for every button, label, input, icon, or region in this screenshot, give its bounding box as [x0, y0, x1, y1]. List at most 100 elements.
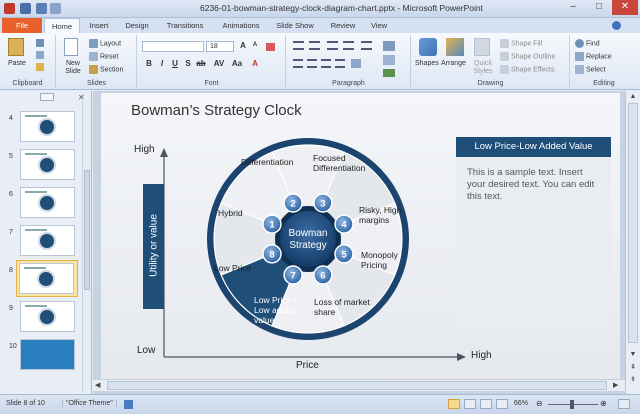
y-axis-high-label: High: [134, 144, 155, 155]
minimize-icon[interactable]: –: [560, 0, 586, 15]
decrease-indent-icon[interactable]: [327, 41, 338, 50]
horizontal-scrollbar[interactable]: ◀ ▶: [93, 379, 625, 391]
new-slide-icon[interactable]: [64, 38, 78, 56]
slide-thumbnail[interactable]: [20, 339, 75, 370]
slide-thumbnail[interactable]: [20, 301, 75, 332]
find-button[interactable]: Find: [575, 39, 600, 48]
next-slide-icon[interactable]: ⇟: [628, 375, 638, 383]
fit-to-window-icon[interactable]: [618, 399, 630, 409]
align-left-icon[interactable]: [293, 59, 303, 68]
cut-icon[interactable]: [36, 39, 44, 47]
zoom-slider-handle[interactable]: [570, 400, 574, 409]
underline-icon[interactable]: U: [170, 59, 180, 68]
select-button[interactable]: Select: [575, 65, 605, 74]
tab-transitions[interactable]: Transitions: [160, 18, 210, 33]
scrollbar-thumb[interactable]: [84, 170, 90, 290]
bullets-icon[interactable]: [293, 41, 304, 50]
text-direction-icon[interactable]: [383, 41, 395, 51]
bold-icon[interactable]: B: [144, 59, 154, 68]
save-icon[interactable]: [20, 3, 31, 14]
close-icon[interactable]: ✕: [612, 0, 638, 15]
layout-button[interactable]: Layout: [89, 39, 121, 48]
undo-icon[interactable]: [36, 3, 47, 14]
shadow-icon[interactable]: S: [183, 59, 193, 68]
tab-view[interactable]: View: [366, 18, 392, 33]
slide-thumbnail[interactable]: [20, 149, 75, 180]
slide-sorter-icon[interactable]: [464, 399, 476, 409]
slideshow-view-icon[interactable]: [496, 399, 508, 409]
slides-tab-icon[interactable]: [40, 93, 54, 101]
scroll-left-icon[interactable]: ◀: [95, 381, 100, 389]
font-name-box[interactable]: [142, 41, 204, 52]
align-center-icon[interactable]: [307, 59, 317, 68]
spacing-icon[interactable]: AV: [212, 59, 226, 68]
shape-effects-button[interactable]: Shape Effects: [500, 65, 554, 74]
normal-view-icon[interactable]: [448, 399, 460, 409]
copy-icon[interactable]: [36, 51, 44, 59]
font-size-box[interactable]: 18: [206, 41, 234, 52]
slide-thumbnail[interactable]: [20, 225, 75, 256]
tab-animations[interactable]: Animations: [216, 18, 266, 33]
thumbnail-scrollbar[interactable]: [82, 100, 90, 392]
tab-file[interactable]: File: [2, 18, 42, 33]
help-icon[interactable]: [612, 21, 621, 30]
change-case-icon[interactable]: Aa: [230, 59, 244, 68]
strikethrough-icon[interactable]: ab: [196, 59, 206, 68]
maximize-icon[interactable]: □: [586, 0, 612, 15]
scroll-right-icon[interactable]: ▶: [613, 381, 618, 389]
scroll-down-icon[interactable]: ▼: [628, 351, 638, 360]
step-badge-7: 7: [283, 265, 303, 285]
new-slide-button[interactable]: New Slide: [61, 60, 85, 76]
paste-icon[interactable]: [8, 38, 24, 56]
theme-name: "Office Theme": [62, 400, 117, 407]
arrange-button[interactable]: Arrange: [441, 60, 466, 67]
previous-slide-icon[interactable]: ⇞: [628, 363, 638, 371]
quick-styles-icon[interactable]: [474, 38, 490, 56]
tab-review[interactable]: Review: [326, 18, 360, 33]
clear-format-icon[interactable]: [266, 43, 275, 51]
shapes-icon[interactable]: [419, 38, 437, 56]
align-right-icon[interactable]: [321, 59, 331, 68]
slide-thumbnail-selected[interactable]: [19, 263, 74, 294]
spell-check-icon[interactable]: [124, 400, 133, 409]
redo-icon[interactable]: [50, 3, 61, 14]
shape-outline-icon: [500, 52, 509, 61]
zoom-out-icon[interactable]: ⊖: [536, 399, 543, 408]
line-spacing-icon[interactable]: [361, 41, 372, 50]
scroll-up-icon[interactable]: ▲: [628, 93, 638, 102]
section-button[interactable]: Section: [89, 65, 123, 74]
reset-button[interactable]: Reset: [89, 52, 118, 61]
vertical-scroll-thumb[interactable]: [628, 103, 638, 343]
zoom-in-icon[interactable]: ⊕: [600, 399, 607, 408]
font-color-icon[interactable]: A: [250, 59, 260, 68]
replace-button[interactable]: Replace: [575, 52, 612, 61]
zoom-level[interactable]: 66%: [514, 400, 528, 407]
align-text-icon[interactable]: [383, 55, 395, 65]
slide-thumbnail[interactable]: [20, 111, 75, 142]
reading-view-icon[interactable]: [480, 399, 492, 409]
vertical-scrollbar[interactable]: ▲ ▼ ⇞ ⇟: [625, 91, 640, 394]
horizontal-scroll-thumb[interactable]: [107, 381, 607, 390]
justify-icon[interactable]: [335, 59, 345, 68]
tab-design[interactable]: Design: [120, 18, 154, 33]
paste-button[interactable]: Paste: [8, 60, 26, 67]
shape-outline-button[interactable]: Shape Outline: [500, 52, 555, 61]
italic-icon[interactable]: I: [157, 59, 167, 68]
grow-font-icon[interactable]: A: [238, 41, 248, 50]
arrange-icon[interactable]: [446, 38, 464, 56]
tab-slide-show[interactable]: Slide Show: [272, 18, 318, 33]
format-painter-icon[interactable]: [36, 63, 44, 71]
shrink-font-icon[interactable]: A: [250, 42, 260, 48]
shape-fill-button[interactable]: Shape Fill: [500, 39, 542, 48]
numbering-icon[interactable]: [309, 41, 320, 50]
increase-indent-icon[interactable]: [343, 41, 354, 50]
slide-thumbnail[interactable]: [20, 187, 75, 218]
quick-styles-button[interactable]: Quick Styles: [470, 60, 496, 76]
tab-home[interactable]: Home: [44, 18, 80, 33]
tab-insert[interactable]: Insert: [84, 18, 114, 33]
slide-counter: Slide 8 of 10: [6, 400, 45, 407]
columns-icon[interactable]: [351, 59, 361, 68]
slide-canvas[interactable]: Bowman’s Strategy Clock 12345678 High Lo…: [101, 93, 620, 386]
shapes-button[interactable]: Shapes: [415, 60, 439, 67]
smartart-icon[interactable]: [383, 69, 395, 77]
